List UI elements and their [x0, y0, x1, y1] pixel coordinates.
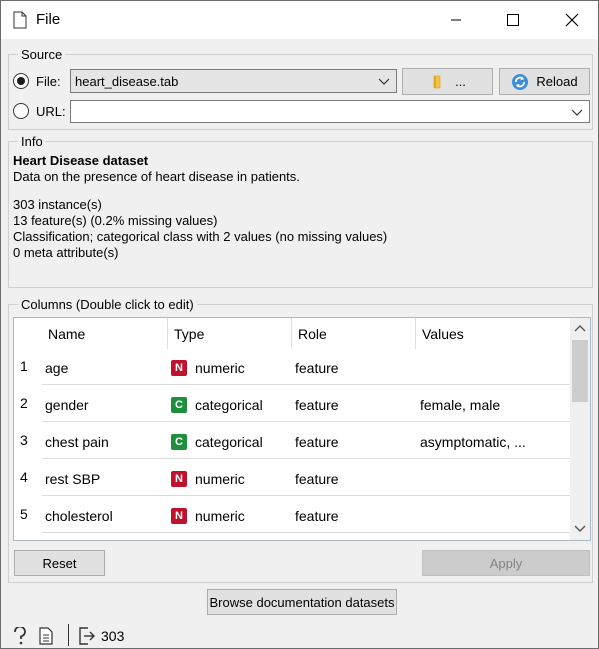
close-button[interactable]: [549, 1, 595, 39]
scroll-down-icon[interactable]: [574, 524, 586, 534]
column-name-cell[interactable]: cholesterol: [45, 508, 113, 524]
header-name[interactable]: Name: [42, 318, 168, 349]
output-icon: [79, 627, 95, 645]
minimize-icon: [451, 19, 461, 21]
info-features: 13 feature(s) (0.2% missing values): [13, 213, 218, 228]
info-group-title: Info: [18, 134, 46, 149]
column-name-cell[interactable]: gender: [45, 397, 89, 413]
url-combo[interactable]: [70, 100, 590, 123]
maximize-icon: [507, 14, 519, 26]
row-divider: [42, 495, 570, 496]
file-combo[interactable]: heart_disease.tab: [70, 69, 397, 93]
info-meta: 0 meta attribute(s): [13, 245, 119, 260]
columns-group-title: Columns (Double click to edit): [18, 297, 197, 312]
file-radio[interactable]: [13, 73, 29, 89]
numeric-type-icon: N: [171, 508, 187, 524]
minimize-button[interactable]: [433, 1, 479, 39]
row-divider: [42, 458, 570, 459]
row-number: 2: [20, 395, 28, 411]
column-type-cell[interactable]: numeric: [195, 360, 245, 376]
file-combo-value: heart_disease.tab: [75, 73, 179, 89]
column-name-cell[interactable]: rest SBP: [45, 471, 100, 487]
row-divider: [42, 532, 570, 533]
column-type-cell[interactable]: categorical: [195, 434, 263, 450]
status-separator: [68, 624, 69, 646]
dataset-title: Heart Disease dataset: [13, 153, 149, 168]
document-icon: [13, 11, 27, 29]
browse-documentation-button[interactable]: Browse documentation datasets: [207, 589, 397, 615]
scroll-thumb[interactable]: [572, 340, 588, 402]
categorical-type-icon: C: [171, 434, 187, 450]
reload-icon: [512, 73, 529, 90]
header-values[interactable]: Values: [416, 318, 570, 349]
maximize-button[interactable]: [490, 1, 536, 39]
help-icon[interactable]: [13, 627, 27, 645]
source-group-title: Source: [18, 47, 66, 62]
window-title: File: [36, 11, 61, 28]
report-icon[interactable]: [39, 627, 53, 645]
apply-button[interactable]: Apply: [422, 550, 590, 576]
row-number: 5: [20, 506, 28, 522]
chevron-down-icon: [378, 78, 390, 85]
close-icon: [565, 13, 579, 27]
chevron-down-icon: [571, 109, 583, 116]
numeric-type-icon: N: [171, 360, 187, 376]
row-number: 4: [20, 469, 28, 485]
url-label: URL:: [36, 104, 66, 119]
status-bar: 303: [1, 621, 598, 649]
categorical-type-icon: C: [171, 397, 187, 413]
column-role-cell[interactable]: feature: [295, 360, 339, 376]
info-instances: 303 instance(s): [13, 197, 102, 212]
column-role-cell[interactable]: feature: [295, 508, 339, 524]
browse-file-label: ...: [455, 74, 466, 89]
scroll-up-icon[interactable]: [574, 323, 586, 333]
browse-file-button[interactable]: ...: [402, 68, 493, 95]
info-class: Classification; categorical class with 2…: [13, 229, 388, 244]
columns-table[interactable]: Name Type Role Values 1 age N numeric fe…: [13, 317, 591, 541]
numeric-type-icon: N: [171, 471, 187, 487]
file-label: File:: [36, 74, 61, 89]
column-type-cell[interactable]: categorical: [195, 397, 263, 413]
header-type[interactable]: Type: [168, 318, 292, 349]
row-divider: [42, 421, 570, 422]
column-name-cell[interactable]: chest pain: [45, 434, 109, 450]
column-name-cell[interactable]: age: [45, 360, 68, 376]
dataset-description: Data on the presence of heart disease in…: [13, 169, 300, 184]
column-role-cell[interactable]: feature: [295, 434, 339, 450]
title-bar: File: [1, 1, 598, 39]
output-count: 303: [101, 628, 125, 644]
info-text: Heart Disease dataset Data on the presen…: [13, 153, 387, 261]
table-scrollbar[interactable]: [570, 318, 590, 540]
row-divider: [42, 384, 570, 385]
column-values-cell[interactable]: asymptomatic, ...: [420, 434, 526, 450]
column-role-cell[interactable]: feature: [295, 397, 339, 413]
folder-icon: [433, 75, 441, 88]
url-radio[interactable]: [13, 103, 29, 119]
file-widget-window: File Source File: heart_disease.tab ...: [0, 0, 599, 649]
column-type-cell[interactable]: numeric: [195, 471, 245, 487]
reset-button[interactable]: Reset: [14, 550, 105, 576]
reload-label: Reload: [536, 74, 578, 89]
column-role-cell[interactable]: feature: [295, 471, 339, 487]
column-values-cell[interactable]: female, male: [420, 397, 500, 413]
column-type-cell[interactable]: numeric: [195, 508, 245, 524]
reload-button[interactable]: Reload: [499, 68, 590, 95]
row-number: 3: [20, 432, 28, 448]
header-role[interactable]: Role: [292, 318, 416, 349]
row-number: 1: [20, 358, 28, 374]
